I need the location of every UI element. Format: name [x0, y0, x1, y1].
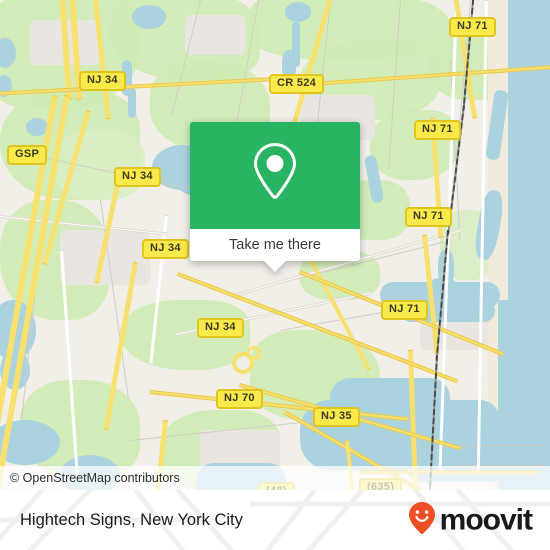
take-me-there-label: Take me there: [229, 237, 321, 253]
road-shield-nj-70: NJ 70: [216, 389, 263, 409]
place-title: Hightech Signs, New York City: [20, 510, 243, 529]
road-shield-nj-35: NJ 35: [313, 407, 360, 427]
moovit-smiley-pin-icon: [407, 501, 437, 540]
map-attribution[interactable]: © OpenStreetMap contributors: [0, 466, 550, 490]
popup-footer[interactable]: Take me there: [190, 229, 360, 272]
road-shield-nj-34-mid: NJ 34: [114, 167, 161, 187]
road-shield-cr-524: CR 524: [269, 74, 325, 94]
road-shield-nj-34-north: NJ 34: [79, 71, 126, 91]
road-shield-nj-34-south: NJ 34: [197, 318, 244, 338]
destination-popup-card[interactable]: Take me there: [190, 122, 360, 272]
map-pin-icon: [247, 139, 303, 212]
attribution-text: © OpenStreetMap contributors: [10, 471, 180, 485]
moovit-map-share-card: NJ 71 CR 524 NJ 34 NJ 71 GSP NJ 34 NJ 71 NJ 34 N…: [0, 0, 550, 550]
moovit-wordmark: moovit: [439, 503, 533, 536]
road-shield-nj-71-mid: NJ 71: [405, 207, 452, 227]
bottom-info-bar: Hightech Signs, New York City moovit: [0, 490, 550, 550]
moovit-brand-logo[interactable]: moovit: [407, 501, 533, 540]
popup-header: [190, 122, 360, 229]
road-shield-nj-71-south: NJ 71: [381, 300, 428, 320]
map-canvas[interactable]: NJ 71 CR 524 NJ 34 NJ 71 GSP NJ 34 NJ 71 NJ 34 N…: [0, 0, 550, 490]
road-shield-nj-71-upper: NJ 71: [414, 120, 461, 140]
road-shield-nj-34-lower: NJ 34: [142, 239, 189, 259]
popup-tail-pointer: [264, 261, 286, 272]
road-shield-gsp: GSP: [7, 145, 48, 165]
road-shield-nj-71-north: NJ 71: [449, 17, 496, 37]
